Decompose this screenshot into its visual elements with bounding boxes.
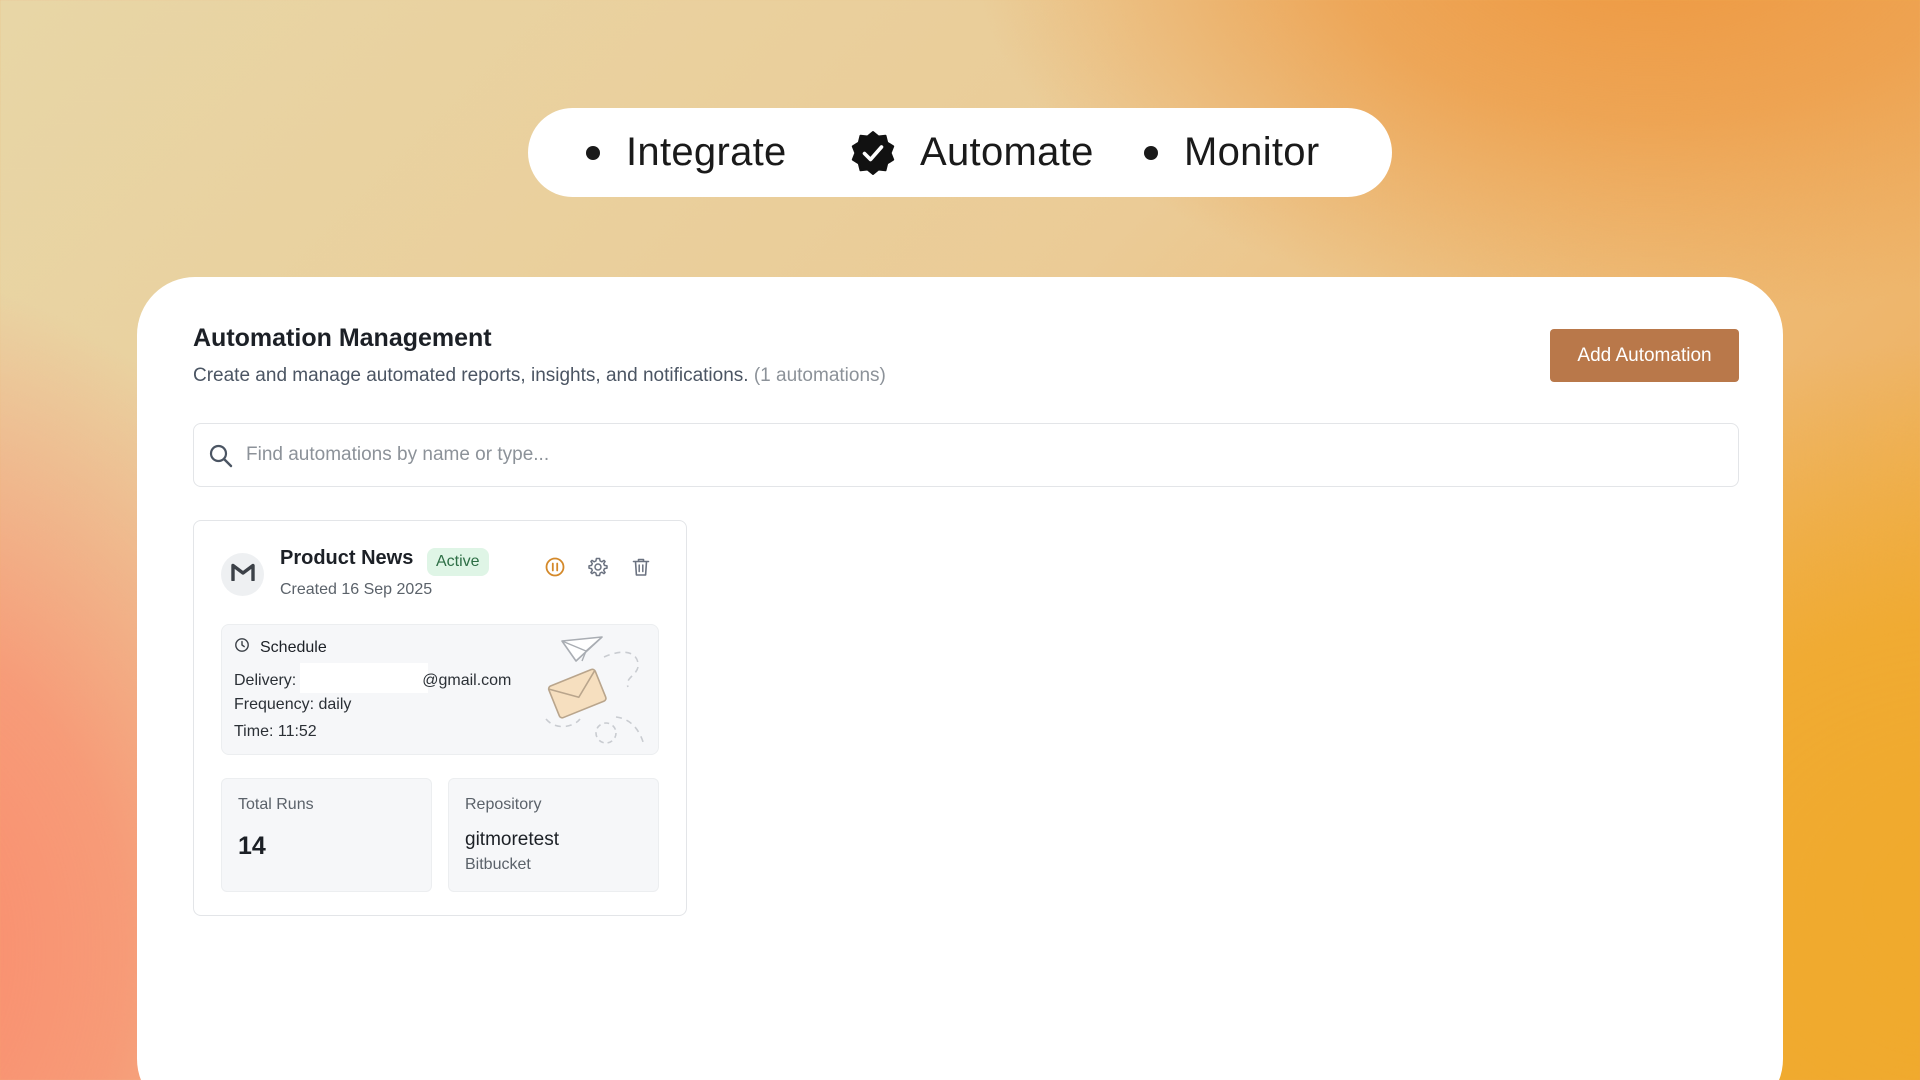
clock-icon: [234, 637, 250, 658]
total-runs-stat: Total Runs 14: [221, 778, 432, 892]
total-runs-value: 14: [238, 832, 266, 860]
progress-steps: Integrate Automate Monitor: [528, 108, 1392, 197]
step-dot-icon: [586, 145, 600, 160]
repository-stat: Repository gitmoretest Bitbucket: [448, 778, 659, 892]
add-automation-button[interactable]: Add Automation: [1550, 329, 1739, 382]
avatar: [221, 553, 264, 596]
search-input[interactable]: [246, 424, 1726, 485]
pause-button[interactable]: [542, 556, 568, 582]
search-icon: [208, 443, 234, 469]
step-label: Integrate: [626, 130, 787, 174]
step-label: Monitor: [1184, 130, 1320, 174]
step-integrate[interactable]: Integrate: [586, 108, 787, 197]
automation-panel: Automation Management Create and manage …: [137, 277, 1783, 1080]
pause-icon: [544, 556, 566, 583]
step-automate[interactable]: Automate: [850, 108, 1094, 197]
total-runs-label: Total Runs: [238, 796, 314, 813]
delivery-line: Delivery: @gmail.com: [234, 663, 512, 693]
delivery-email: @gmail.com: [422, 672, 512, 690]
page-title: Automation Management: [193, 324, 492, 352]
trash-icon: [630, 556, 652, 583]
gmail-icon: [230, 563, 255, 586]
schedule-header: Schedule: [234, 637, 327, 658]
redacted-email: [300, 663, 429, 693]
page-subtitle: Create and manage automated reports, ins…: [193, 365, 886, 387]
search-bar: [193, 423, 1739, 487]
automation-card[interactable]: Product News Active Created 16 Sep 2025: [193, 520, 687, 916]
status-badge: Active: [427, 548, 489, 576]
schedule-title: Schedule: [260, 638, 327, 656]
schedule-section: Schedule Delivery: @gmail.com Frequency: …: [221, 624, 659, 755]
delivery-label: Delivery:: [234, 672, 297, 690]
subtitle-text: Create and manage automated reports, ins…: [193, 365, 749, 386]
step-dot-icon: [1144, 145, 1158, 160]
repository-name: gitmoretest: [465, 829, 559, 850]
gear-icon: [587, 556, 609, 583]
repository-label: Repository: [465, 796, 542, 813]
automation-name: Product News: [280, 547, 414, 569]
created-date: Created 16 Sep 2025: [280, 581, 433, 598]
settings-button[interactable]: [585, 556, 611, 582]
check-badge-icon: [850, 130, 896, 176]
step-monitor[interactable]: Monitor: [1144, 108, 1319, 197]
automation-count: (1 automations): [753, 365, 886, 386]
step-label: Automate: [920, 130, 1094, 174]
frequency-line: Frequency: daily: [234, 696, 352, 713]
repository-provider: Bitbucket: [465, 856, 531, 873]
mail-illustration-icon: [540, 631, 656, 749]
delete-button[interactable]: [628, 556, 654, 582]
time-line: Time: 11:52: [234, 723, 317, 740]
